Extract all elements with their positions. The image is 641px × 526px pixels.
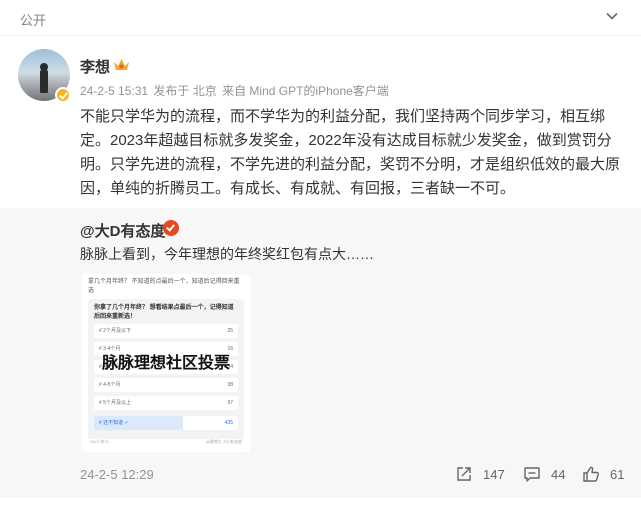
like-count: 61 [610,467,625,482]
verified-badge-icon [55,87,71,103]
comment-icon [524,467,540,482]
post-location: 发布于 北京 [153,84,217,98]
poll-option-label: # 还不知道 ✓ [99,420,129,426]
thumbs-up-icon [583,466,599,482]
post-line: 因，单纯的折腾员工。有成长、有成就、有回报，三者缺一不可。 [80,180,516,197]
repost-author[interactable]: @大D有态度 [80,220,165,241]
poll-option: # 5个月及以上 97 [94,396,238,410]
poll-option-label: # 2个月及以下 [99,328,131,334]
author-name[interactable]: 李想 [80,56,110,77]
poll-option: # 4-5个月 38 [94,378,238,392]
image-watermark: 脉脉理想社区投票 [102,355,231,372]
chevron-down-icon[interactable] [605,9,619,23]
share-icon [457,467,471,481]
repost-timestamp[interactable]: 24-2-5 12:29 [80,467,154,482]
repost-text: 脉脉上看到，今年理想的年终奖红包有点大…… [80,246,374,262]
comment-count: 44 [551,467,566,482]
poll-option-count: 97 [227,400,233,406]
post-body: 不能只学华为的流程，而不学华为的利益分配，我们坚持两个同步学习，相互绑 定。20… [80,105,625,201]
post-source: 来自 Mind GPT的iPhone客户端 [222,84,389,98]
poll-participants: 282人参与 [90,439,109,444]
post-line: 不能只学华为的流程，而不学华为的利益分配，我们坚持两个同步学习，相互绑 [80,108,606,125]
avatar-figure [40,69,48,93]
poll-option: # 2个月及以下 25 [94,324,238,338]
image-watermark-credit: @微博主-大D有态度 [205,439,242,444]
poll-option-selected: # 还不知道 ✓ 435 [94,416,238,430]
verified-badge-icon [163,220,179,236]
post-line: 定。2023年超越目标就多发奖金，2022年没有达成目标就少发奖金，做到赏罚分 [80,132,612,149]
poll-header: 拿几个月年终？ 不知道的点最后一个，知道后记得回来重选 [88,279,240,294]
poll-question: 你拿了几个月年终？ 想看结果点最后一个，记得知道后回来重新选！ [94,305,234,320]
post-line: 明。只学先进的流程，不学先进的利益分配，奖罚不分明，才是组织低效的最大原 [80,156,621,173]
post-meta: 24-2-5 15:31 发布于 北京 来自 Mind GPT的iPhone客户… [80,82,391,99]
crown-icon [114,59,129,70]
post-timestamp[interactable]: 24-2-5 15:31 [80,84,148,98]
visibility-label: 公开 [20,13,47,28]
poll-option-label: # 4-5个月 [99,382,121,388]
poll-option-label: # 5个月及以上 [99,400,131,406]
poll-option-count: 38 [227,382,233,388]
reposted-card[interactable]: @大D有态度 脉脉上看到，今年理想的年终奖红包有点大…… 拿几个月年终？ 不知道… [0,208,641,498]
poll-option-count: 435 [224,420,233,426]
poll-screenshot-image[interactable]: 拿几个月年终？ 不知道的点最后一个，知道后记得回来重选 你拿了几个月年终？ 想看… [82,274,250,452]
share-count: 147 [483,467,505,482]
visibility-bar[interactable]: 公开 [0,0,641,36]
poll-option-count: 25 [227,328,233,334]
